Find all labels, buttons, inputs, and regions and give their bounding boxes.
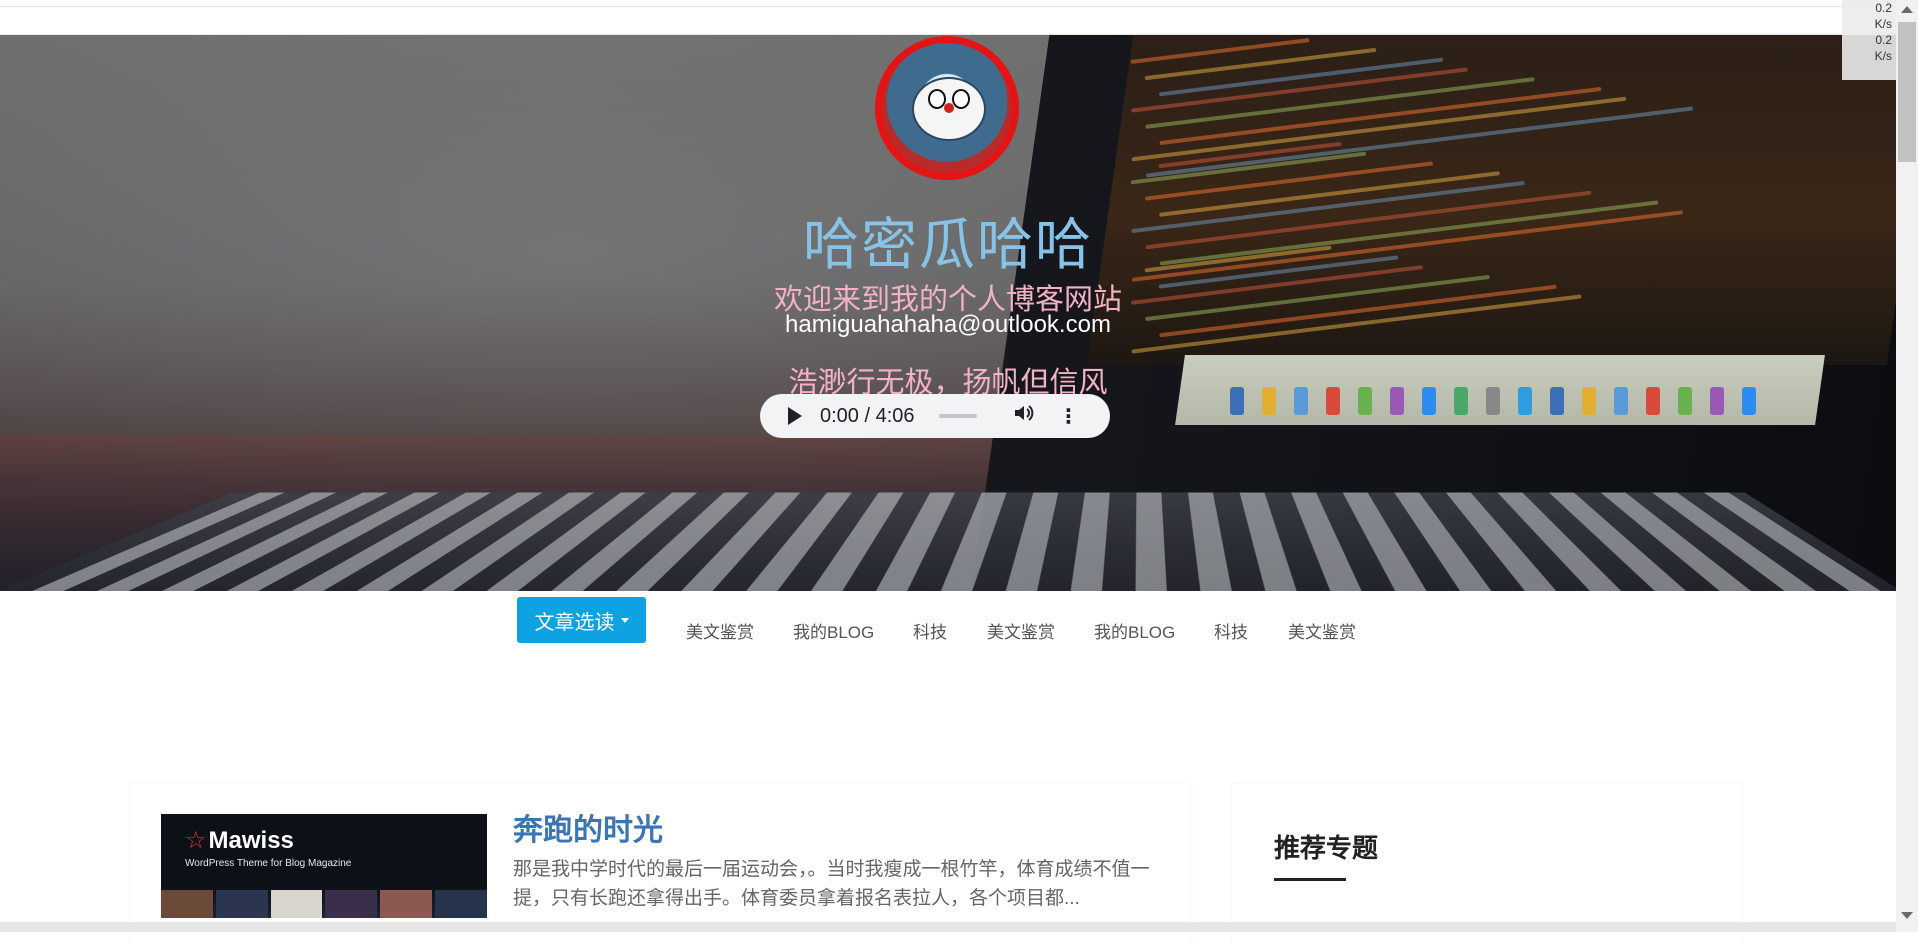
article-dropdown-button[interactable]: 文章选读 (517, 597, 646, 643)
nav-link-meiwen[interactable]: 美文鉴赏 (686, 618, 754, 643)
nav-link-blog[interactable]: 我的BLOG (793, 618, 874, 643)
nav-link-tech[interactable]: 科技 (1214, 618, 1248, 643)
horizontal-scrollbar[interactable] (0, 922, 1896, 932)
audio-player[interactable]: 0:00 / 4:06 ⋮ (760, 394, 1110, 438)
star-icon: ☆ (185, 827, 207, 854)
more-options-icon[interactable]: ⋮ (1059, 404, 1079, 429)
site-title: 哈密瓜哈哈 (803, 213, 1093, 278)
net-up-unit: K/s (1874, 17, 1892, 31)
nav-link-meiwen[interactable]: 美文鉴赏 (987, 618, 1055, 643)
nav-bar: 文章选读 美文鉴赏 我的BLOG 科技 美文鉴赏 我的BLOG 科技 美文鉴赏 (0, 597, 1896, 657)
scrollbar-thumb[interactable] (1898, 22, 1916, 162)
net-up-value: 0.2 (1875, 1, 1892, 15)
thumbnail-tagline: WordPress Theme for Blog Magazine (185, 858, 352, 869)
sidebar-title: 推荐专题 (1274, 833, 1379, 863)
nav-link-meiwen[interactable]: 美文鉴赏 (1288, 618, 1356, 643)
avatar (875, 36, 1019, 180)
caret-down-icon (620, 617, 629, 623)
contact-email: hamiguahahaha@outlook.com (785, 311, 1111, 338)
post-excerpt: 那是我中学时代的最后一届运动会，。当时我瘦成一根竹竿，体育成绩不值一提，只有长跑… (513, 859, 1150, 909)
net-down-value: 0.2 (1875, 33, 1892, 47)
post-title[interactable]: 奔跑的时光 (513, 805, 663, 849)
post-thumbnail[interactable]: ☆Mawiss WordPress Theme for Blog Magazin… (161, 814, 487, 918)
scroll-up-icon[interactable] (1901, 6, 1913, 13)
dropdown-label: 文章选读 (534, 611, 615, 634)
keyboard-image (0, 492, 1896, 591)
audio-progress-bar[interactable] (938, 414, 977, 418)
net-down-unit: K/s (1874, 49, 1892, 63)
network-monitor: 0.2 K/s 0.2 K/s (1842, 0, 1896, 80)
nav-link-tech[interactable]: 科技 (913, 618, 947, 643)
sidebar-title-underline (1274, 878, 1346, 881)
volume-icon[interactable] (1013, 403, 1035, 429)
audio-time: 0:00 / 4:06 (820, 404, 915, 427)
top-bar (0, 0, 1896, 35)
scroll-down-icon[interactable] (1901, 912, 1913, 919)
nav-link-blog[interactable]: 我的BLOG (1094, 618, 1175, 643)
play-icon[interactable] (788, 407, 802, 425)
thumbnail-brand: Mawiss (208, 827, 294, 854)
